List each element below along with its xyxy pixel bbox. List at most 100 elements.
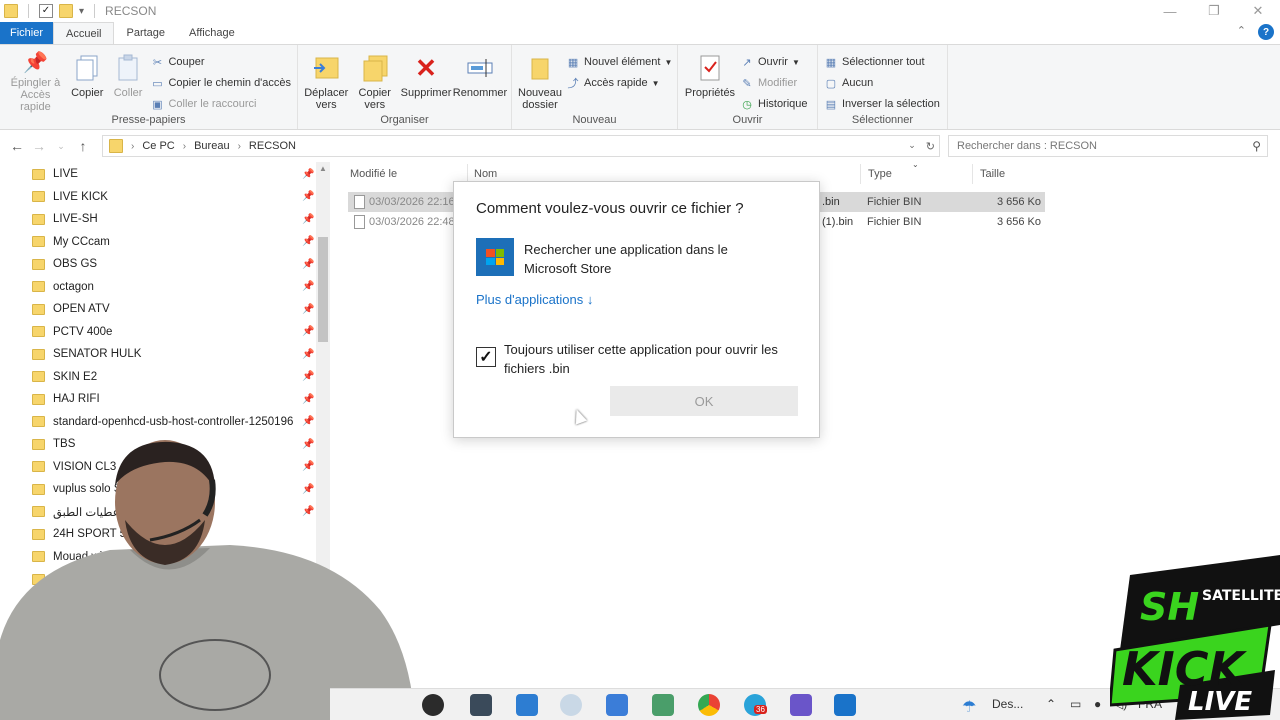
microphone-icon[interactable]: ● bbox=[1094, 697, 1101, 711]
tab-partage[interactable]: Partage bbox=[114, 22, 177, 44]
breadcrumb-bureau[interactable]: Bureau bbox=[194, 140, 229, 152]
pin-icon[interactable]: 📌 bbox=[302, 416, 314, 427]
sidebar-item[interactable]: standard-openhcd-usb-host-controller-125… bbox=[32, 411, 322, 433]
delete-button[interactable]: ✕ Supprimer bbox=[401, 49, 452, 113]
properties-button[interactable]: Propriétés bbox=[684, 49, 736, 113]
more-apps-link[interactable]: Plus d'applications ↓ bbox=[476, 292, 593, 307]
select-all-button[interactable]: ▦ Sélectionner tout bbox=[824, 53, 940, 71]
properties-icon[interactable]: ✓ bbox=[39, 4, 53, 18]
up-arrow-icon[interactable]: ↑ bbox=[72, 138, 94, 154]
microsoft-store-icon[interactable] bbox=[476, 238, 514, 276]
breadcrumb-ce-pc[interactable]: Ce PC bbox=[142, 140, 174, 152]
folder-icon bbox=[32, 258, 45, 270]
maximize-icon[interactable]: ❐ bbox=[1192, 0, 1236, 22]
pin-icon[interactable]: 📌 bbox=[302, 326, 314, 337]
dialog-title: Comment voulez-vous ouvrir ce fichier ? bbox=[476, 200, 744, 217]
app-icon[interactable] bbox=[652, 694, 674, 716]
rename-button[interactable]: Renommer bbox=[453, 49, 507, 113]
quick-access-button[interactable]: ⤴ Accès rapide ▼ bbox=[566, 74, 672, 92]
copy-button[interactable]: Copier bbox=[69, 49, 106, 113]
copy-to-button[interactable]: Copier vers bbox=[353, 49, 398, 113]
help-icon[interactable]: ? bbox=[1258, 24, 1274, 40]
address-bar[interactable]: › Ce PC › Bureau › RECSON ⌄ ↻ bbox=[102, 135, 940, 157]
app-icon[interactable] bbox=[790, 694, 812, 716]
sidebar-item[interactable]: OPEN ATV 📌 bbox=[32, 298, 322, 320]
sidebar-item[interactable]: OBS GS 📌 bbox=[32, 253, 322, 275]
calculator-icon[interactable] bbox=[606, 694, 628, 716]
cut-button[interactable]: ✂ Couper bbox=[150, 53, 291, 71]
new-item-button[interactable]: ▦ Nouvel élément ▼ bbox=[566, 53, 673, 71]
sidebar-item[interactable]: LIVE KICK 📌 bbox=[32, 186, 322, 208]
store-search-option[interactable]: Rechercher une application dans le Micro… bbox=[524, 240, 784, 278]
customize-toolbar-icon[interactable]: ▾ bbox=[79, 6, 84, 17]
column-modified[interactable]: Modifié le bbox=[350, 168, 397, 180]
app-icon[interactable] bbox=[834, 694, 856, 716]
refresh-icon[interactable]: ↻ bbox=[926, 140, 935, 153]
chrome-icon[interactable] bbox=[698, 694, 720, 716]
column-name[interactable]: Nom bbox=[474, 168, 497, 180]
tab-fichier[interactable]: Fichier bbox=[0, 22, 54, 44]
tab-accueil[interactable]: Accueil bbox=[53, 22, 115, 44]
pin-quick-access-button[interactable]: 📌 Épingler à Accès rapide bbox=[6, 49, 65, 113]
sidebar-item[interactable]: LIVE 📌 bbox=[32, 163, 322, 185]
new-folder-button[interactable]: Nouveau dossier bbox=[518, 49, 562, 113]
weather-icon[interactable]: ☂ bbox=[962, 697, 976, 717]
app-icon[interactable] bbox=[470, 694, 492, 716]
breadcrumb-recson[interactable]: RECSON bbox=[249, 140, 296, 152]
new-small-actions: ▦ Nouvel élément ▼ ⤴ Accès rapide ▼ bbox=[566, 49, 673, 113]
history-button[interactable]: ◷ Historique bbox=[740, 95, 807, 113]
paste-button[interactable]: Coller bbox=[110, 49, 147, 113]
sidebar-item[interactable]: SKIN E2 📌 bbox=[32, 366, 322, 388]
group-nouveau: Nouveau dossier ▦ Nouvel élément ▼ ⤴ Accès … bbox=[512, 45, 678, 129]
ok-button[interactable]: OK bbox=[610, 386, 798, 416]
app-icon[interactable] bbox=[422, 694, 444, 716]
app-icon[interactable] bbox=[560, 694, 582, 716]
move-to-button[interactable]: Déplacer vers bbox=[304, 49, 349, 113]
pin-icon[interactable]: 📌 bbox=[302, 394, 314, 405]
invert-selection-button[interactable]: ▤ Inverser la sélection bbox=[824, 95, 940, 113]
network-icon[interactable]: ▭ bbox=[1070, 697, 1081, 711]
minimize-icon[interactable]: — bbox=[1148, 0, 1192, 22]
sidebar-item[interactable]: SENATOR HULK 📌 bbox=[32, 343, 322, 365]
pin-icon[interactable]: 📌 bbox=[302, 214, 314, 225]
pin-icon[interactable]: 📌 bbox=[302, 371, 314, 382]
pin-icon[interactable]: 📌 bbox=[302, 281, 314, 292]
app-icon[interactable] bbox=[516, 694, 538, 716]
column-size[interactable]: Taille bbox=[980, 168, 1005, 180]
sidebar-item[interactable]: My CCcam 📌 bbox=[32, 231, 322, 253]
column-type[interactable]: Type bbox=[868, 168, 892, 180]
file-icon bbox=[354, 195, 365, 209]
forward-arrow-icon[interactable]: → bbox=[28, 138, 50, 154]
copy-path-button[interactable]: ▭ Copier le chemin d'accès bbox=[150, 74, 291, 92]
search-input[interactable]: Rechercher dans : RECSON ⚲ bbox=[948, 135, 1268, 157]
scroll-up-icon[interactable]: ▲ bbox=[316, 164, 330, 173]
always-use-label[interactable]: Toujours utiliser cette application pour… bbox=[504, 340, 804, 378]
pin-icon[interactable]: 📌 bbox=[302, 259, 314, 270]
paste-shortcut-button[interactable]: ▣ Coller le raccourci bbox=[150, 95, 291, 113]
sidebar-item-label: LIVE-SH bbox=[53, 213, 98, 225]
close-icon[interactable]: ✕ bbox=[1236, 0, 1280, 22]
sidebar-item[interactable]: LIVE-SH 📌 bbox=[32, 208, 322, 230]
chevron-up-icon[interactable]: ⌃ bbox=[1237, 24, 1246, 40]
tab-affichage[interactable]: Affichage bbox=[177, 22, 247, 44]
scrollbar-thumb[interactable] bbox=[318, 237, 328, 342]
chevron-down-icon[interactable]: ⌄ bbox=[908, 140, 916, 153]
select-none-button[interactable]: ▢ Aucun bbox=[824, 74, 940, 92]
sidebar-item[interactable]: HAJ RIFI 📌 bbox=[32, 388, 322, 410]
weather-text[interactable]: Des... bbox=[992, 697, 1023, 711]
sidebar-item[interactable]: PCTV 400e 📌 bbox=[32, 321, 322, 343]
sidebar-item[interactable]: octagon 📌 bbox=[32, 276, 322, 298]
pin-icon[interactable]: 📌 bbox=[302, 236, 314, 247]
pin-icon[interactable]: 📌 bbox=[302, 349, 314, 360]
pin-icon[interactable]: 📌 bbox=[302, 169, 314, 180]
edit-button[interactable]: ✎ Modifier bbox=[740, 74, 808, 92]
pin-icon[interactable]: 📌 bbox=[302, 304, 314, 315]
open-button[interactable]: ↗ Ouvrir ▼ bbox=[740, 53, 808, 71]
new-folder-icon[interactable] bbox=[59, 4, 73, 18]
back-arrow-icon[interactable]: ← bbox=[6, 138, 28, 154]
search-icon[interactable]: ⚲ bbox=[1252, 139, 1261, 153]
recent-chevron-icon[interactable]: ⌄ bbox=[50, 141, 72, 152]
pin-icon[interactable]: 📌 bbox=[302, 191, 314, 202]
chevron-up-icon[interactable]: ⌃ bbox=[1046, 697, 1056, 711]
always-use-checkbox[interactable]: ✓ bbox=[476, 347, 496, 367]
